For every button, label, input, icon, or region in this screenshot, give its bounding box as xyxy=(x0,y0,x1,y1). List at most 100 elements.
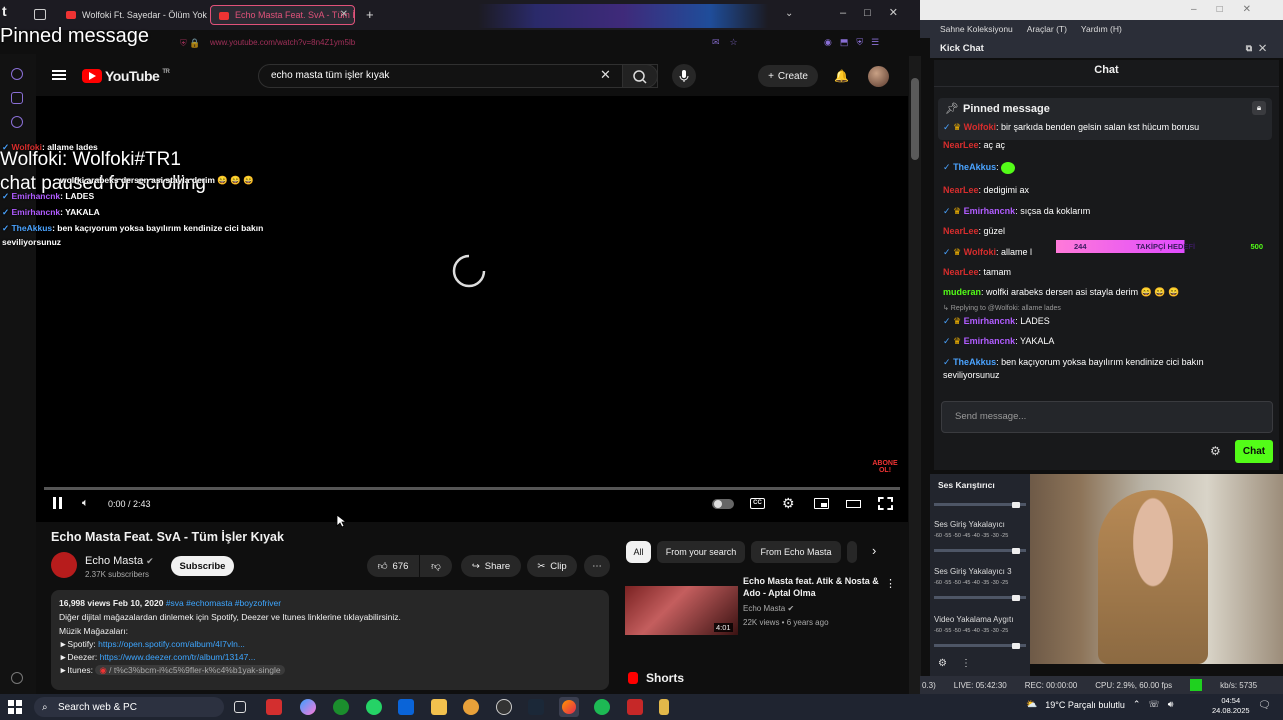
tab-list-chevron-icon[interactable]: ⌄ xyxy=(785,8,793,19)
spotify-icon[interactable] xyxy=(594,699,610,715)
more-actions-button[interactable]: ⋯ xyxy=(584,555,610,577)
video-progress-bar[interactable] xyxy=(44,487,900,490)
channel-avatar[interactable] xyxy=(51,552,77,578)
volume-icon[interactable]: 🔈︎ xyxy=(82,497,89,510)
chip-from-echo-masta[interactable]: From Echo Masta xyxy=(751,541,841,563)
chat-settings-gear-icon[interactable]: ⚙ xyxy=(1210,444,1221,458)
clip-button[interactable]: ✂ Clip xyxy=(527,555,577,577)
recommended-channel[interactable]: Echo Masta ✔ xyxy=(743,604,794,613)
youtube-play-logo-icon xyxy=(82,69,102,83)
fullscreen-icon[interactable] xyxy=(878,497,893,510)
mixer-slider-knob[interactable] xyxy=(1012,643,1020,649)
mixer-volume-slider[interactable] xyxy=(934,502,1026,508)
chip-from-your-search[interactable]: From your search xyxy=(657,541,745,563)
subscribe-button[interactable]: Subscribe xyxy=(171,556,234,576)
live-timer: LIVE: 05:42:30 xyxy=(953,680,1007,690)
search-button[interactable] xyxy=(622,64,658,88)
sidebar-bookmarks-icon[interactable] xyxy=(11,92,23,104)
weather-text[interactable]: 19°C Parçalı bulutlu xyxy=(1045,700,1125,710)
security-shield-icon[interactable]: ⛨ 🔒 xyxy=(180,38,200,49)
tab-wolfoki[interactable]: Wolfoki Ft. Sayedar - Ölüm Yok xyxy=(58,5,208,25)
recommended-title[interactable]: Echo Masta feat. Atik & Nosta & Ado - Ap… xyxy=(743,576,883,599)
dislike-button[interactable]: 👎︎ xyxy=(420,555,452,577)
sidebar-history-icon[interactable] xyxy=(11,116,23,128)
app-icon-red[interactable] xyxy=(266,699,282,715)
mixer-volume-slider[interactable] xyxy=(934,643,1026,649)
chat-message: seviliyorsunuz xyxy=(943,370,1000,380)
mixer-settings-icon[interactable]: ⚙⋮ xyxy=(938,658,985,669)
chip-partial[interactable] xyxy=(847,541,857,563)
overlay-pinned-message-title: Pinned message xyxy=(0,25,149,47)
steam-icon[interactable] xyxy=(528,699,544,715)
outlook-icon[interactable] xyxy=(398,699,414,715)
xbox-icon[interactable] xyxy=(333,699,349,715)
firefox-icon[interactable] xyxy=(559,697,579,717)
itunes-link[interactable]: ◉ / t%c3%bcm-i%c5%9fler-k%c4%b1yak-singl… xyxy=(95,665,285,675)
app-icon-yellow[interactable] xyxy=(659,699,669,715)
notification-icon[interactable]: 🗨 xyxy=(1258,700,1271,711)
deezer-link[interactable]: https://www.deezer.com/tr/album/13147... xyxy=(100,652,256,662)
chips-next-chevron-icon[interactable]: › xyxy=(872,543,876,558)
mixer-slider-knob[interactable] xyxy=(1012,502,1020,508)
scrollbar-thumb[interactable] xyxy=(911,78,919,160)
close-tab-icon[interactable]: ✕ xyxy=(340,9,348,20)
obs-icon[interactable] xyxy=(496,699,512,715)
obs-titlebar: –□✕ xyxy=(920,0,1283,20)
subscribe-watermark[interactable]: ABONE OL! xyxy=(866,460,904,474)
mixer-slider-knob[interactable] xyxy=(1012,595,1020,601)
theater-mode-icon[interactable] xyxy=(846,500,861,508)
browser-extension-icons[interactable]: ✉☆ xyxy=(712,37,748,48)
channel-name[interactable]: Echo Masta ✔ xyxy=(85,555,154,567)
bitrate: kb/s: 5735 xyxy=(1220,680,1258,690)
menu-scene-collection[interactable]: Sahne Koleksiyonu xyxy=(940,24,1013,34)
recommended-more-icon[interactable]: ⋮ xyxy=(885,577,896,590)
volume-tray-icon[interactable]: 🔊︎ xyxy=(1168,699,1174,710)
share-button[interactable]: ↪ Share xyxy=(461,555,521,577)
mixer-volume-slider[interactable] xyxy=(934,595,1026,601)
network-icon[interactable]: ☏ xyxy=(1148,699,1159,710)
create-button[interactable]: + Create xyxy=(758,65,818,87)
sidebar-ai-icon[interactable] xyxy=(11,68,23,80)
tray-chevron-icon[interactable]: ⌃ xyxy=(1133,699,1141,710)
send-chat-button[interactable]: Chat xyxy=(1235,440,1273,463)
mixer-slider-knob[interactable] xyxy=(1012,548,1020,554)
taskbar-clock[interactable]: 04:54 24.08.2025 xyxy=(1212,696,1250,716)
lock-icon[interactable]: 🔒︎ xyxy=(1252,101,1266,115)
app-icon-orange[interactable] xyxy=(463,699,479,715)
autoplay-toggle[interactable] xyxy=(712,499,734,509)
youtube-logo[interactable]: YouTube TR xyxy=(82,68,170,84)
windows-start-icon[interactable] xyxy=(8,700,22,714)
window-controls[interactable]: –□✕ xyxy=(840,6,916,19)
like-button[interactable]: 👍︎ 676 xyxy=(367,555,419,577)
page-scrollbar[interactable] xyxy=(909,56,921,694)
menu-tools[interactable]: Araçlar (T) xyxy=(1027,24,1067,34)
search-input-value: echo masta tüm işler kıyak xyxy=(271,70,390,81)
settings-gear-icon[interactable]: ⚙ xyxy=(782,495,795,512)
captions-icon[interactable]: CC xyxy=(750,498,765,509)
clear-search-icon[interactable]: ✕ xyxy=(600,67,611,83)
address-bar[interactable]: www.youtube.com/watch?v=8n4Z1ym5lb xyxy=(210,38,710,52)
pause-button[interactable] xyxy=(52,497,64,510)
dock-controls-icon[interactable]: ⧉✕ xyxy=(1246,43,1273,54)
tab-overview-icon[interactable] xyxy=(34,9,46,20)
whatsapp-icon[interactable] xyxy=(366,699,382,715)
file-explorer-icon[interactable] xyxy=(431,699,447,715)
task-view-icon[interactable] xyxy=(234,701,246,713)
miniplayer-icon[interactable] xyxy=(814,498,829,509)
copilot-icon[interactable] xyxy=(300,699,316,715)
spotify-link[interactable]: https://open.spotify.com/album/4I7vln... xyxy=(98,639,245,649)
chip-all[interactable]: All xyxy=(626,541,651,563)
voice-search-button[interactable] xyxy=(672,64,696,88)
taskbar-search-input[interactable]: ⌕ Search web & PC xyxy=(34,697,224,717)
menu-help[interactable]: Yardım (H) xyxy=(1081,24,1122,34)
mixer-volume-slider[interactable] xyxy=(934,548,1026,554)
new-tab-icon[interactable]: + xyxy=(366,7,374,22)
browser-toolbar-icons[interactable]: ◉⬒⛨☰ xyxy=(824,37,887,48)
send-message-input[interactable]: Send message... xyxy=(941,401,1273,433)
account-avatar[interactable] xyxy=(868,66,889,87)
notifications-bell-icon[interactable]: 🔔 xyxy=(834,69,849,83)
app-icon-game[interactable] xyxy=(627,699,643,715)
tab-echo-masta[interactable]: Echo Masta Feat. SvA - Tüm İşle ✕ xyxy=(210,5,355,25)
menu-hamburger-icon[interactable] xyxy=(52,70,66,80)
sidebar-settings-icon[interactable] xyxy=(11,672,23,684)
